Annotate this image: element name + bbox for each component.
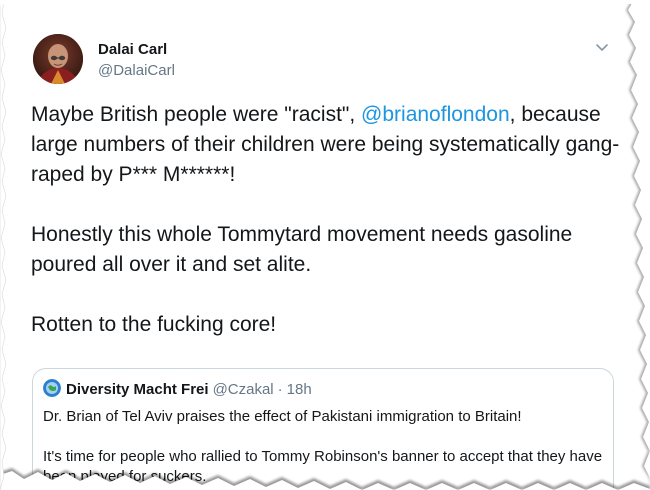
screenshot-page: Dalai Carl @DalaiCarl Maybe British peop… — [0, 0, 650, 490]
tweet-text-suffix: , — [509, 103, 516, 126]
quoted-paragraph-2: It's time for people who rallied to Tomm… — [43, 448, 603, 485]
meta-separator: · — [277, 381, 283, 398]
tweet-paragraph-1: Maybe British people were "racist", @bri… — [31, 100, 621, 190]
profile-photo-icon — [33, 34, 83, 84]
quoted-tweet-time[interactable]: 18h — [287, 381, 312, 398]
author-handle[interactable]: @DalaiCarl — [98, 62, 175, 79]
tweet-paragraph-3: Rotten to the fucking core! — [31, 313, 277, 336]
quoted-author-avatar[interactable] — [43, 379, 61, 397]
tweet-card: Dalai Carl @DalaiCarl Maybe British peop… — [10, 10, 622, 490]
quoted-author-handle[interactable]: @Czakal — [213, 381, 274, 398]
author-avatar[interactable] — [33, 34, 83, 84]
quoted-tweet-header: Diversity Macht Frei @Czakal · 18h — [43, 379, 312, 399]
tweet-body: Maybe British people were "racist", @bri… — [31, 100, 621, 340]
quoted-paragraph-1: Dr. Brian of Tel Aviv praises the effect… — [43, 408, 522, 425]
quoted-tweet-body: Dr. Brian of Tel Aviv praises the effect… — [43, 407, 603, 487]
globe-avatar-icon — [43, 379, 61, 397]
tweet-text-prefix: Maybe British people were "racist", — [31, 103, 362, 126]
quoted-tweet[interactable]: Diversity Macht Frei @Czakal · 18h Dr. Bria… — [32, 368, 614, 490]
mention-link[interactable]: @brianoflondon — [361, 103, 510, 126]
quoted-author-name[interactable]: Diversity Macht Frei — [66, 381, 209, 398]
tweet-paragraph-2: Honestly this whole Tommytard movement n… — [31, 223, 573, 276]
author-display-name[interactable]: Dalai Carl — [98, 41, 167, 58]
chevron-down-icon[interactable] — [594, 39, 610, 55]
